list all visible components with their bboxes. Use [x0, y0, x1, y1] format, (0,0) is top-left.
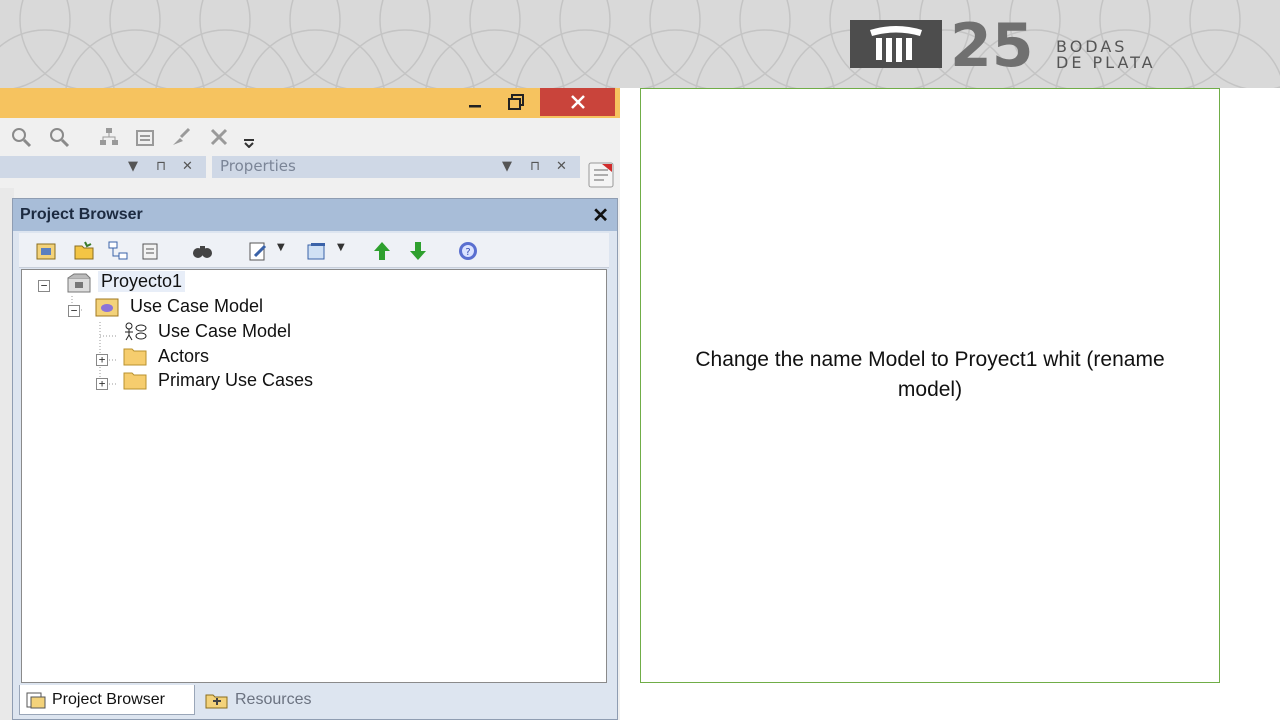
toolbar-overflow-icon[interactable]	[242, 126, 256, 148]
use-case-diagram-icon	[125, 322, 147, 341]
hierarchy-icon[interactable]	[98, 126, 120, 148]
dropdown-arrow-icon[interactable]: ▼	[502, 159, 512, 174]
tree-expand-actors[interactable]: +	[96, 354, 108, 366]
new-element-icon[interactable]	[139, 240, 161, 262]
move-up-icon[interactable]	[371, 240, 393, 262]
notes-side-icon[interactable]	[586, 160, 616, 190]
svg-text:?: ?	[465, 247, 470, 258]
logo-line-2: DE PLATA	[1056, 53, 1156, 72]
dock-header-row: ▼ ⊓ ✕ Properties ▼ ⊓ ✕	[0, 156, 620, 180]
restore-button[interactable]	[498, 88, 534, 116]
project-tree: − Proyecto1 − Use Case Model Use Case Mo…	[21, 269, 607, 683]
find-icon[interactable]	[191, 240, 213, 262]
close-pane-icon[interactable]: ✕	[182, 159, 193, 174]
edit-icon[interactable]	[247, 240, 269, 262]
close-window-button[interactable]	[540, 88, 615, 116]
properties-dock-header: Properties ▼ ⊓ ✕	[212, 156, 580, 178]
properties-title: Properties	[220, 157, 296, 175]
dropdown-arrow-icon[interactable]: ▼	[128, 159, 138, 174]
project-browser-toolbar: ▼ ▼ ?	[19, 233, 609, 268]
shield-logo-icon	[850, 20, 942, 68]
delete-icon[interactable]	[208, 126, 230, 148]
resources-tab-icon	[205, 694, 228, 709]
logo-text: BODAS DE PLATA	[1056, 39, 1156, 71]
left-dock-header: ▼ ⊓ ✕	[0, 156, 206, 178]
zoom-out-icon[interactable]	[48, 126, 70, 148]
pin-icon[interactable]: ⊓	[530, 159, 540, 174]
tree-expand-primary-use-cases[interactable]: +	[96, 378, 108, 390]
tab-label: Project Browser	[52, 690, 165, 708]
project-browser-tabs: Project Browser Resources	[19, 685, 609, 717]
tree-collapse-root[interactable]: −	[38, 280, 50, 292]
move-down-icon[interactable]	[407, 240, 429, 262]
header-banner: 25 BODAS DE PLATA	[0, 0, 1280, 88]
zoom-in-icon[interactable]	[10, 126, 32, 148]
project-browser-tab-icon	[26, 692, 46, 708]
new-model-icon[interactable]	[35, 240, 57, 262]
logo-number-text: 25	[950, 18, 1034, 70]
new-package-icon[interactable]	[73, 240, 95, 262]
help-icon[interactable]: ?	[457, 240, 479, 262]
instruction-text: Change the name Model to Proyect1 whit (…	[695, 347, 1165, 401]
project-browser-window: Project Browser ✕ ▼ ▼ ? − Proyecto1 − Us…	[12, 198, 618, 720]
project-root-icon	[67, 273, 91, 293]
project-browser-close-button[interactable]: ✕	[592, 203, 609, 228]
tab-resources[interactable]: Resources	[199, 685, 349, 715]
app-screenshot: ▼ ⊓ ✕ Properties ▼ ⊓ ✕ Project Browser ✕…	[0, 88, 620, 720]
model-package-icon	[95, 298, 119, 317]
view-dropdown-icon[interactable]: ▼	[337, 242, 345, 253]
tree-model-label[interactable]: Use Case Model	[130, 296, 263, 317]
close-icon	[570, 95, 585, 109]
minimize-icon	[469, 105, 481, 108]
tree-item-label[interactable]: Primary Use Cases	[158, 370, 313, 391]
tab-label: Resources	[235, 691, 312, 708]
anniversary-logo: 25 BODAS DE PLATA	[850, 18, 1190, 71]
instruction-box: Change the name Model to Proyect1 whit (…	[640, 88, 1220, 683]
properties-icon[interactable]	[134, 126, 156, 148]
pin-icon[interactable]: ⊓	[156, 159, 166, 174]
tree-item-label[interactable]: Use Case Model	[158, 321, 291, 342]
close-pane-icon[interactable]: ✕	[556, 159, 567, 174]
restore-icon	[508, 94, 524, 110]
project-browser-header: Project Browser ✕	[13, 199, 617, 231]
tree-root-label[interactable]: Proyecto1	[98, 271, 186, 292]
tree-collapse-model[interactable]: −	[68, 305, 80, 317]
tab-project-browser[interactable]: Project Browser	[19, 685, 195, 715]
tree-item-label[interactable]: Actors	[158, 346, 209, 367]
edit-dropdown-icon[interactable]: ▼	[277, 242, 285, 253]
logo-number: 25	[950, 18, 1034, 70]
main-toolbar	[0, 118, 620, 154]
project-browser-title: Project Browser	[20, 206, 143, 223]
window-titlebar	[0, 88, 620, 118]
view-icon[interactable]	[305, 240, 327, 262]
folder-icon	[123, 348, 147, 366]
minimize-button[interactable]	[458, 88, 492, 116]
new-diagram-icon[interactable]	[107, 240, 129, 262]
folder-icon	[123, 372, 147, 390]
brush-icon[interactable]	[170, 126, 192, 148]
